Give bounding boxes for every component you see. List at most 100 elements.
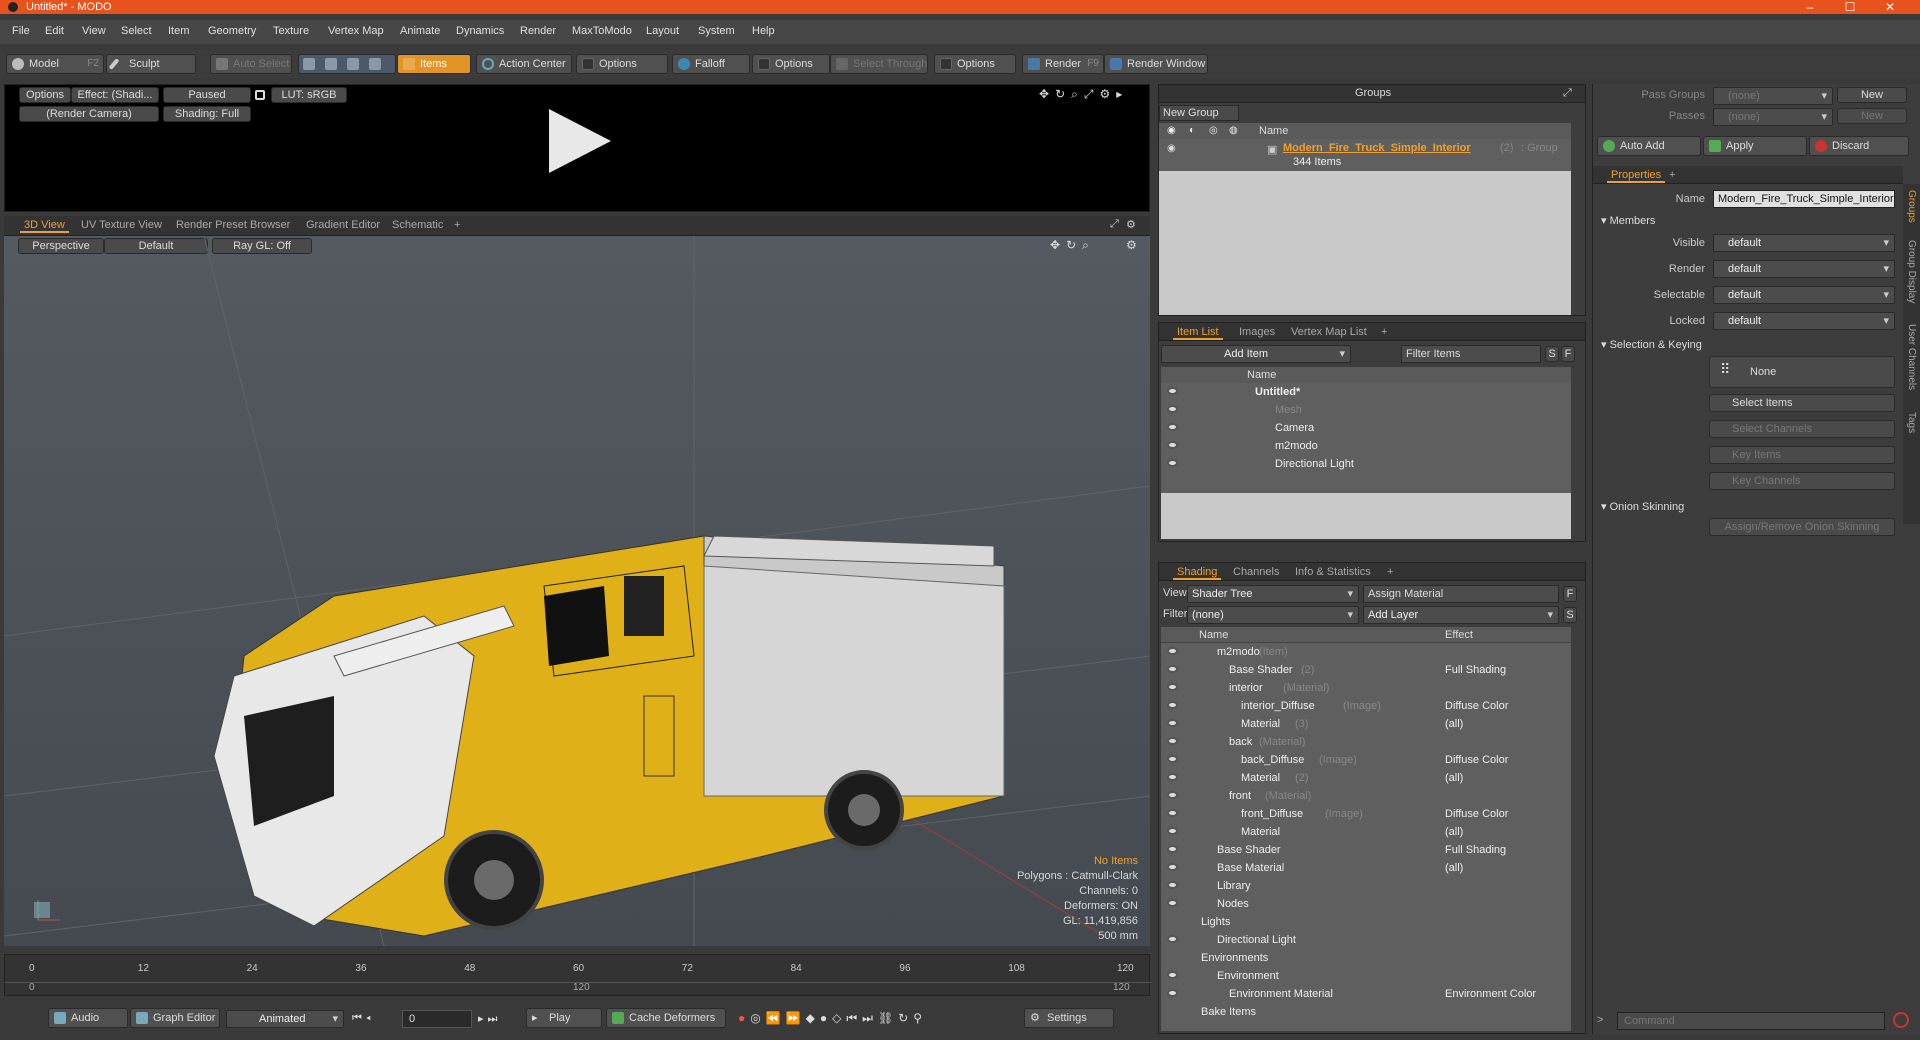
shader-layer-effect[interactable]: (all) [1445, 823, 1463, 841]
shader-tree-row[interactable]: m2modo (Item) [1161, 643, 1571, 661]
shader-tree-row[interactable]: Bake Items [1161, 1003, 1571, 1021]
polygon-mode-icon[interactable] [347, 58, 359, 70]
maximize-button[interactable]: ☐ [1830, 0, 1870, 14]
visibility-eye-icon[interactable] [1167, 809, 1178, 817]
shader-layer-effect[interactable]: (all) [1445, 715, 1463, 733]
key-icon[interactable]: ◆ [806, 1011, 820, 1025]
none-button[interactable]: ⠿ None [1709, 356, 1895, 388]
shader-layer-effect[interactable]: (all) [1445, 769, 1463, 787]
tab-channels[interactable]: Channels [1229, 565, 1283, 580]
menu-animate[interactable]: Animate [400, 25, 440, 37]
menu-dynamics[interactable]: Dynamics [456, 25, 504, 37]
side-tab-group-display[interactable]: Group Display [1906, 240, 1917, 303]
visibility-eye-icon[interactable] [1167, 935, 1178, 943]
tab-vertex-map-list[interactable]: Vertex Map List [1287, 325, 1371, 340]
shader-tree-row[interactable]: Material (2) (all) [1161, 769, 1571, 787]
locked-dropdown[interactable]: default [1713, 312, 1895, 330]
apply-button[interactable]: Apply [1703, 136, 1807, 156]
new-pass-button[interactable]: New [1837, 108, 1907, 124]
sculpt-button[interactable]: Sculpt [106, 54, 196, 74]
key-toggle-icon[interactable]: ● [820, 1011, 832, 1025]
key-prev-icon[interactable]: ⏪ [766, 1011, 786, 1025]
side-tab-groups[interactable]: Groups [1906, 190, 1917, 223]
new-pass-group-button[interactable]: New [1837, 87, 1907, 103]
item-list-f-button[interactable]: F [1561, 346, 1575, 362]
shader-tree-row[interactable]: Environment Material Environment Color [1161, 985, 1571, 1003]
auto-select-button[interactable]: Auto Select [210, 54, 292, 74]
col-lock-icon[interactable]: ◎ [1209, 125, 1218, 136]
maximize-icon[interactable]: ⤢ [1084, 87, 1100, 101]
animated-dropdown[interactable]: Animated [226, 1010, 344, 1028]
selection-keying-section[interactable]: ▾ Selection & Keying [1601, 338, 1702, 351]
visibility-eye-icon[interactable] [1167, 863, 1178, 871]
pass-groups-dropdown[interactable]: (none) [1713, 87, 1833, 105]
shader-tree-row[interactable]: Material (all) [1161, 823, 1571, 841]
3d-viewport[interactable]: Perspective Default Ray GL: Off ✥↻⌕ ⚙ No… [4, 236, 1150, 946]
shader-layer-effect[interactable]: Full Shading [1445, 661, 1506, 679]
viewport-settings-icon[interactable]: ⚙ [1126, 218, 1136, 231]
play-button[interactable]: ▸ Play [526, 1008, 602, 1028]
material-mode-icon[interactable] [369, 58, 381, 70]
key-tools[interactable]: ●◎⏪⏩◆●◇⏮⏭⛓↻⚲ [738, 1011, 927, 1026]
onion-skinning-section[interactable]: ▾ Onion Skinning [1601, 500, 1684, 513]
item-list-row[interactable]: Mesh [1161, 401, 1571, 419]
key-channels-button[interactable]: Key Channels [1709, 472, 1895, 490]
visibility-eye-icon[interactable] [1167, 423, 1178, 431]
tab-info-statistics[interactable]: Info & Statistics [1291, 565, 1375, 580]
key-remove-icon[interactable]: ◇ [832, 1011, 846, 1025]
lock-icon[interactable] [255, 90, 265, 100]
falloff-options-button[interactable]: Options [752, 54, 830, 74]
render-dropdown[interactable]: default [1713, 260, 1895, 278]
select-items-button[interactable]: Select Items [1709, 394, 1895, 412]
shader-tree-row[interactable]: back (Material) [1161, 733, 1571, 751]
tab-properties[interactable]: Properties [1607, 168, 1666, 183]
new-group-button[interactable]: New Group [1159, 105, 1239, 121]
prev-frame-icon[interactable]: ◂ [366, 1012, 375, 1024]
last-frame-icon[interactable]: ⏭ [488, 1013, 502, 1025]
view-dropdown[interactable]: Shader Tree [1187, 585, 1359, 603]
item-list-tree[interactable]: Name Untitled* Mesh Camera m2modo Directiona… [1161, 367, 1571, 539]
visibility-eye-icon[interactable] [1167, 441, 1178, 449]
shader-tree-row[interactable]: Material (3) (all) [1161, 715, 1571, 733]
preview-view-controls[interactable]: ✥↻⌕⤢⚙▸ [1039, 87, 1128, 102]
edge-mode-icon[interactable] [325, 58, 337, 70]
filter-icon[interactable]: ⚲ [913, 1011, 927, 1025]
visibility-eye-icon[interactable] [1167, 665, 1178, 673]
play-icon[interactable] [545, 107, 615, 175]
add-tab-button[interactable]: + [450, 218, 464, 233]
shader-tree-row[interactable]: front (Material) [1161, 787, 1571, 805]
menu-edit[interactable]: Edit [45, 25, 64, 37]
selectable-dropdown[interactable]: default [1713, 286, 1895, 304]
command-input[interactable] [1617, 1012, 1885, 1030]
visibility-eye-icon[interactable] [1167, 845, 1178, 853]
shader-tree-row[interactable]: interior (Material) [1161, 679, 1571, 697]
menu-select[interactable]: Select [121, 25, 152, 37]
move-icon[interactable]: ✥ [1039, 87, 1055, 101]
zoom-icon[interactable]: ⌕ [1071, 87, 1084, 101]
shader-tree-row[interactable]: back_Diffuse (Image) Diffuse Color [1161, 751, 1571, 769]
members-section[interactable]: ▾ Members [1601, 214, 1655, 227]
group-name-field[interactable]: Modern_Fire_Truck_Simple_Interior [1713, 190, 1895, 208]
col-visibility-icon[interactable]: ◉ [1167, 125, 1176, 136]
shader-tree-row[interactable]: Environments [1161, 949, 1571, 967]
shader-tree-row[interactable]: front_Diffuse (Image) Diffuse Color [1161, 805, 1571, 823]
close-button[interactable]: ✕ [1870, 0, 1910, 14]
col-select-icon[interactable]: ◍ [1229, 125, 1238, 136]
play-small-icon[interactable]: ▸ [1116, 87, 1128, 101]
cache-deformers-button[interactable]: Cache Deformers [606, 1008, 726, 1028]
shader-tree-row[interactable]: Base Material (all) [1161, 859, 1571, 877]
filter-items-input[interactable]: Filter Items [1401, 345, 1541, 363]
visibility-eye-icon[interactable] [1167, 827, 1178, 835]
link-icon[interactable]: ⛓ [878, 1011, 898, 1025]
items-mode-button[interactable]: Items [397, 54, 471, 74]
tab-shading[interactable]: Shading [1173, 565, 1222, 580]
tab-schematic[interactable]: Schematic [388, 218, 447, 233]
action-center-button[interactable]: Action Center [476, 54, 572, 74]
graph-editor-button[interactable]: Graph Editor [130, 1008, 220, 1028]
shader-tree-row[interactable]: Environment [1161, 967, 1571, 985]
menu-system[interactable]: System [698, 25, 735, 37]
menu-file[interactable]: File [12, 25, 30, 37]
item-list-s-button[interactable]: S [1545, 346, 1559, 362]
tab-3d-view[interactable]: 3D View [20, 218, 69, 233]
shader-tree-row[interactable]: Directional Light [1161, 931, 1571, 949]
